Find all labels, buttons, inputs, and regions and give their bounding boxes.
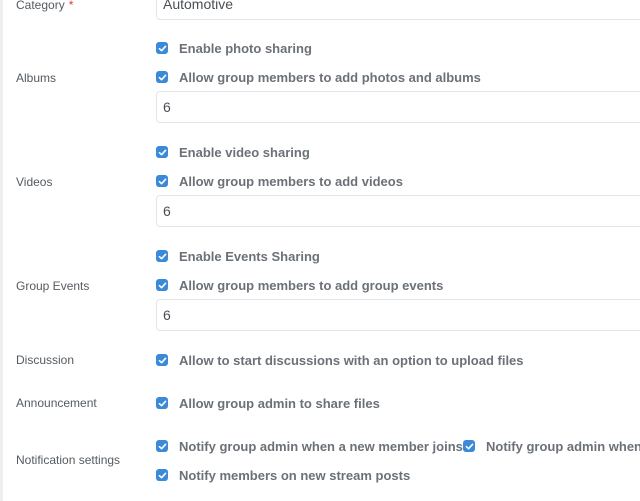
allow-members-events-checkbox[interactable]	[156, 279, 168, 291]
check-icon	[158, 74, 166, 80]
category-input[interactable]	[156, 0, 640, 20]
enable-photo-sharing-checkbox[interactable]	[156, 42, 168, 54]
notify-members-stream-option[interactable]: Notify members on new stream posts	[156, 467, 410, 483]
albums-label: Albums	[16, 71, 57, 85]
allow-members-photos-label: Allow group members to add photos and al…	[179, 69, 481, 85]
videos-count-input[interactable]	[156, 195, 640, 227]
notify-admin-when-checkbox[interactable]	[463, 440, 475, 452]
notify-admin-member-joins-option[interactable]: Notify group admin when a new member joi…	[156, 438, 463, 454]
discussion-option[interactable]: Allow to start discussions with an optio…	[156, 352, 524, 368]
notify-admin-when-label: Notify group admin when	[486, 438, 640, 454]
notify-admin-member-joins-label: Notify group admin when a new member joi…	[179, 438, 463, 454]
notification-settings-label: Notification settings	[16, 453, 121, 467]
discussion-label: Discussion	[16, 353, 75, 367]
albums-count-input[interactable]	[156, 91, 640, 123]
check-icon	[158, 472, 166, 478]
enable-video-sharing-option[interactable]: Enable video sharing	[156, 144, 310, 160]
check-icon	[158, 149, 166, 155]
allow-members-photos-checkbox[interactable]	[156, 71, 168, 83]
announcement-option-label: Allow group admin to share files	[179, 395, 380, 411]
enable-photo-sharing-label: Enable photo sharing	[179, 40, 312, 56]
check-icon	[158, 443, 166, 449]
announcement-label: Announcement	[16, 396, 97, 410]
allow-members-photos-option[interactable]: Allow group members to add photos and al…	[156, 69, 481, 85]
notify-admin-member-joins-checkbox[interactable]	[156, 440, 168, 452]
check-icon	[158, 253, 166, 259]
events-count-input[interactable]	[156, 299, 640, 331]
notify-members-stream-checkbox[interactable]	[156, 469, 168, 481]
left-border	[0, 0, 3, 501]
enable-events-sharing-label: Enable Events Sharing	[179, 248, 320, 264]
videos-label: Videos	[16, 175, 53, 189]
check-icon	[158, 400, 166, 406]
check-icon	[158, 357, 166, 363]
enable-photo-sharing-option[interactable]: Enable photo sharing	[156, 40, 312, 56]
check-icon	[158, 178, 166, 184]
allow-members-events-option[interactable]: Allow group members to add group events	[156, 277, 443, 293]
check-icon	[465, 443, 473, 449]
enable-events-sharing-option[interactable]: Enable Events Sharing	[156, 248, 320, 264]
enable-video-sharing-label: Enable video sharing	[179, 144, 310, 160]
category-label: Category *	[16, 0, 74, 12]
discussion-checkbox[interactable]	[156, 354, 168, 366]
notify-members-stream-label: Notify members on new stream posts	[179, 467, 411, 483]
allow-members-events-label: Allow group members to add group events	[179, 277, 444, 293]
enable-video-sharing-checkbox[interactable]	[156, 146, 168, 158]
allow-members-videos-checkbox[interactable]	[156, 175, 168, 187]
required-mark: *	[68, 0, 74, 12]
announcement-checkbox[interactable]	[156, 397, 168, 409]
notify-admin-when-option[interactable]: Notify group admin when	[463, 438, 640, 454]
enable-events-sharing-checkbox[interactable]	[156, 250, 168, 262]
allow-members-videos-label: Allow group members to add videos	[179, 173, 403, 189]
allow-members-videos-option[interactable]: Allow group members to add videos	[156, 173, 403, 189]
check-icon	[158, 45, 166, 51]
announcement-option[interactable]: Allow group admin to share files	[156, 395, 380, 411]
group-events-label: Group Events	[16, 279, 90, 293]
discussion-option-label: Allow to start discussions with an optio…	[179, 352, 524, 368]
check-icon	[158, 282, 166, 288]
